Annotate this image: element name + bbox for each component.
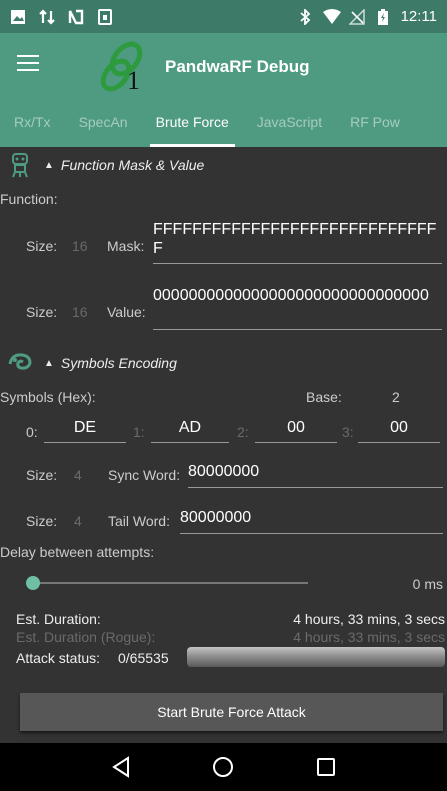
symbol-0-label: 0: [26, 424, 38, 440]
function-label: Function: [0, 191, 58, 207]
symbols-hex-label: Symbols (Hex): [0, 389, 96, 405]
tab-rf-pow[interactable]: RF Pow [336, 105, 414, 147]
clock: 12:11 [400, 8, 437, 25]
collapse-arrow-icon: ▲ [44, 159, 54, 171]
bluetooth-icon [297, 7, 313, 26]
tab-bar: Rx/Tx SpecAn Brute Force JavaScript RF Pow [0, 105, 447, 147]
symbol-3-input[interactable]: 00 [358, 419, 440, 443]
pandwarf-logo: 1 [100, 41, 160, 96]
tail-word-input[interactable]: 80000000 [180, 509, 443, 534]
tail-word-label: Tail Word: [108, 513, 170, 529]
back-icon[interactable] [103, 749, 139, 785]
battery-icon [375, 8, 391, 25]
robot-icon [6, 152, 34, 178]
function-section-header[interactable]: ▲ Function Mask & Value [0, 150, 204, 180]
navigation-bar [0, 743, 447, 791]
symbol-3-label: 3: [342, 424, 354, 440]
status-bar: 12:11 [0, 0, 447, 33]
tab-rx-tx[interactable]: Rx/Tx [0, 105, 65, 147]
tab-specan[interactable]: SpecAn [65, 105, 142, 147]
main-content: ▲ Function Mask & Value Function: Size: … [0, 147, 447, 743]
no-signal-icon [347, 7, 365, 25]
tail-size-label: Size: [26, 513, 58, 529]
chameleon-icon [6, 350, 34, 376]
mask-size-value: 16 [72, 238, 88, 254]
symbol-1-input[interactable]: AD [151, 419, 229, 443]
app-bar: 1 PandwaRF Debug [0, 33, 447, 105]
sync-size-value: 4 [74, 467, 82, 483]
sync-word-input[interactable]: 80000000 [188, 463, 443, 488]
collapse-arrow-icon: ▲ [44, 357, 54, 369]
symbol-2-input[interactable]: 00 [255, 419, 337, 443]
home-icon[interactable] [205, 749, 241, 785]
image-icon [10, 9, 26, 25]
recents-icon[interactable] [308, 749, 344, 785]
value-label: Value: [107, 304, 146, 320]
value-size-label: Size: [26, 304, 58, 320]
base-label: Base: [306, 389, 342, 405]
mask-label: Mask: [107, 238, 145, 254]
menu-icon[interactable] [17, 55, 39, 71]
sim-icon [97, 8, 113, 25]
start-brute-force-button[interactable]: Start Brute Force Attack [20, 693, 443, 731]
transfer-icon [39, 8, 55, 25]
sync-word-label: Sync Word: [108, 467, 181, 483]
nfc-icon [68, 9, 84, 25]
mask-input[interactable]: FFFFFFFFFFFFFFFFFFFFFFFFFFFFFF [153, 220, 442, 264]
value-input[interactable]: 0000000000000000000000000000000 [153, 286, 442, 330]
app-title: PandwaRF Debug [165, 57, 310, 76]
symbol-0-input[interactable]: DE [44, 419, 126, 443]
symbol-1-label: 1: [133, 424, 145, 440]
tab-brute-force[interactable]: Brute Force [142, 105, 243, 147]
symbols-section-title: Symbols Encoding [60, 355, 177, 371]
base-value[interactable]: 2 [392, 389, 400, 405]
symbol-2-label: 2: [237, 424, 249, 440]
mask-size-label: Size: [26, 238, 58, 254]
sync-size-label: Size: [26, 467, 58, 483]
value-size-value: 16 [72, 304, 88, 320]
tab-javascript[interactable]: JavaScript [243, 105, 336, 147]
delay-label: Delay between attempts: [0, 544, 155, 560]
function-section-title: Function Mask & Value [60, 157, 205, 173]
symbols-section-header[interactable]: ▲ Symbols Encoding [0, 348, 177, 378]
tail-size-value: 4 [74, 513, 82, 529]
logo-number: 1 [127, 66, 140, 95]
wifi-icon [322, 8, 341, 25]
